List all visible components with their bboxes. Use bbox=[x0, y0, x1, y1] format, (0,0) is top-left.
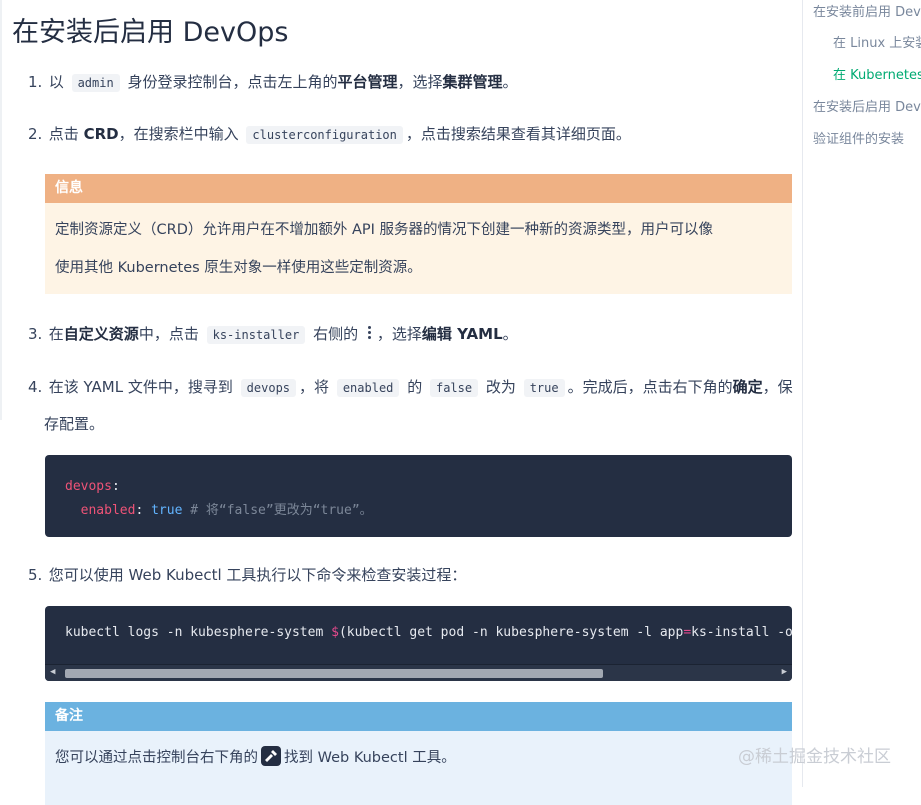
info-callout-title: 信息 bbox=[45, 174, 792, 203]
command-part: ks-install -o j bbox=[691, 625, 792, 640]
scrollbar-thumb[interactable] bbox=[65, 669, 603, 678]
yaml-value: true bbox=[151, 503, 183, 518]
scroll-right-arrow-icon[interactable]: ▶ bbox=[782, 667, 787, 677]
command-equals: = bbox=[683, 625, 692, 640]
command-part: (kubectl get pod -n kubesphere-system -l… bbox=[338, 625, 684, 640]
step-number: 2. bbox=[28, 125, 43, 143]
command-part: kubectl logs -n kubesphere-system bbox=[65, 625, 332, 640]
info-line-1: 定制资源定义（CRD）允许用户在不增加额外 API 服务器的情况下创建一种新的资… bbox=[55, 222, 714, 238]
inline-code: admin bbox=[71, 74, 120, 92]
step-text: ，点击搜索结果查看其详细页面。 bbox=[405, 125, 631, 143]
bold-term: CRD bbox=[83, 125, 119, 143]
step-number: 5. bbox=[28, 566, 43, 584]
more-vertical-icon bbox=[367, 324, 373, 342]
step-text: 的 bbox=[407, 378, 423, 396]
bold-term: 编辑 YAML bbox=[421, 325, 503, 343]
yaml-comment: # 将“false”更改为“true”。 bbox=[190, 503, 373, 518]
yaml-code-block[interactable]: devops: enabled: true # 将“false”更改为“true… bbox=[45, 455, 792, 537]
yaml-key: devops bbox=[65, 479, 112, 494]
note-callout-title: 备注 bbox=[45, 702, 792, 731]
code-line-2: enabled: true # 将“false”更改为“true”。 bbox=[65, 499, 373, 523]
step-text: ，选择 bbox=[397, 73, 443, 91]
step-number: 3. bbox=[28, 325, 43, 343]
bold-term: 自定义资源 bbox=[63, 325, 139, 343]
command-code-block[interactable]: kubectl logs -n kubesphere-system $(kube… bbox=[45, 606, 792, 681]
step-2: 2. 点击 CRD，在搜索栏中输入 clusterconfiguration ，点… bbox=[28, 116, 631, 153]
toc-sidebar: 在安装前启用 DevOps 在 Linux 上安装 在 Kubernetes 上… bbox=[802, 0, 921, 787]
inline-code: false bbox=[429, 379, 479, 397]
step-text: ，将 bbox=[299, 378, 330, 396]
note-text: 您可以通过点击控制台右下角的 bbox=[55, 750, 258, 766]
step-5: 5. 您可以使用 Web Kubectl 工具执行以下命令来检查安装过程： bbox=[28, 557, 466, 593]
step-number: 1. bbox=[28, 73, 43, 91]
toc-item-active[interactable]: 在 Kubernetes 上安装 bbox=[833, 64, 921, 83]
step-text: 身份登录控制台，点击左上角的 bbox=[127, 73, 338, 91]
inline-code: true bbox=[523, 379, 565, 397]
step-text: 点击 bbox=[48, 125, 79, 143]
inline-code: enabled bbox=[336, 379, 400, 397]
yaml-colon: : bbox=[111, 479, 120, 494]
watermark: @稀土掘金技术社区 bbox=[738, 747, 891, 767]
step-text: 在该 YAML 文件中，搜寻到 bbox=[48, 378, 233, 396]
main-content: 在安装后启用 DevOps 1. 以 admin 身份登录控制台，点击左上角的平… bbox=[0, 0, 800, 805]
command-line: kubectl logs -n kubesphere-system $(kube… bbox=[65, 625, 792, 640]
step-text: 以 bbox=[48, 73, 64, 91]
inline-code: ks-installer bbox=[206, 326, 306, 344]
scroll-left-arrow-icon[interactable]: ◀ bbox=[50, 667, 55, 677]
note-text: 找到 Web Kubectl 工具。 bbox=[284, 750, 456, 766]
left-divider bbox=[0, 0, 2, 420]
step-text: 右侧的 bbox=[313, 325, 359, 343]
bold-term: 集群管理 bbox=[442, 73, 503, 91]
step-text: 在 bbox=[48, 325, 64, 343]
step-3: 3. 在自定义资源中，点击 ks-installer 右侧的 ，选择编辑 YAM… bbox=[28, 316, 518, 353]
step-text: 。 bbox=[502, 73, 518, 91]
step-text: 中，点击 bbox=[138, 325, 199, 343]
info-callout: 信息 定制资源定义（CRD）允许用户在不增加额外 API 服务器的情况下创建一种… bbox=[45, 174, 792, 296]
step-1: 1. 以 admin 身份登录控制台，点击左上角的平台管理，选择集群管理。 bbox=[28, 64, 518, 101]
inline-code: clusterconfiguration bbox=[246, 126, 403, 144]
note-callout-body: 您可以通过点击控制台右下角的 找到 Web Kubectl 工具。 bbox=[45, 731, 792, 805]
page-title: 在安装后启用 DevOps bbox=[12, 17, 289, 48]
yaml-key: enabled bbox=[80, 503, 136, 518]
step-text: 。 bbox=[502, 325, 518, 343]
step-text: ，保 bbox=[762, 378, 793, 396]
step-number: 4. bbox=[28, 378, 43, 396]
command-dollar: $ bbox=[331, 625, 339, 640]
toc-item[interactable]: 在安装前启用 DevOps bbox=[813, 1, 921, 20]
step-text: 。完成后，点击右下角的 bbox=[567, 378, 733, 396]
step-text: 改为 bbox=[485, 378, 516, 396]
hammer-icon bbox=[261, 746, 281, 766]
step-text: ，在搜索栏中输入 bbox=[118, 125, 239, 143]
inline-code: devops bbox=[240, 379, 297, 397]
toc-item[interactable]: 在安装后启用 DevOps bbox=[813, 96, 921, 115]
step-text-continued: 存配置。 bbox=[44, 415, 105, 433]
step-text: ，选择 bbox=[376, 325, 422, 343]
horizontal-scrollbar[interactable]: ◀ ▶ bbox=[45, 664, 792, 681]
step-text: 您可以使用 Web Kubectl 工具执行以下命令来检查安装过程： bbox=[48, 566, 467, 584]
bold-term: 平台管理 bbox=[337, 73, 398, 91]
toc-item[interactable]: 在 Linux 上安装 bbox=[833, 32, 921, 51]
note-callout: 备注 您可以通过点击控制台右下角的 找到 Web Kubectl 工具。 bbox=[45, 702, 792, 805]
step-4: 4. 在该 YAML 文件中，搜寻到 devops ，将 enabled 的 fa… bbox=[28, 369, 798, 442]
code-line-1: devops: bbox=[65, 475, 373, 499]
yaml-colon: : bbox=[135, 503, 144, 518]
info-callout-body: 定制资源定义（CRD）允许用户在不增加额外 API 服务器的情况下创建一种新的资… bbox=[45, 203, 792, 294]
bold-term: 确定 bbox=[732, 378, 763, 396]
info-line-2: 使用其他 Kubernetes 原生对象一样使用这些定制资源。 bbox=[55, 260, 422, 276]
toc-item[interactable]: 验证组件的安装 bbox=[813, 128, 904, 147]
